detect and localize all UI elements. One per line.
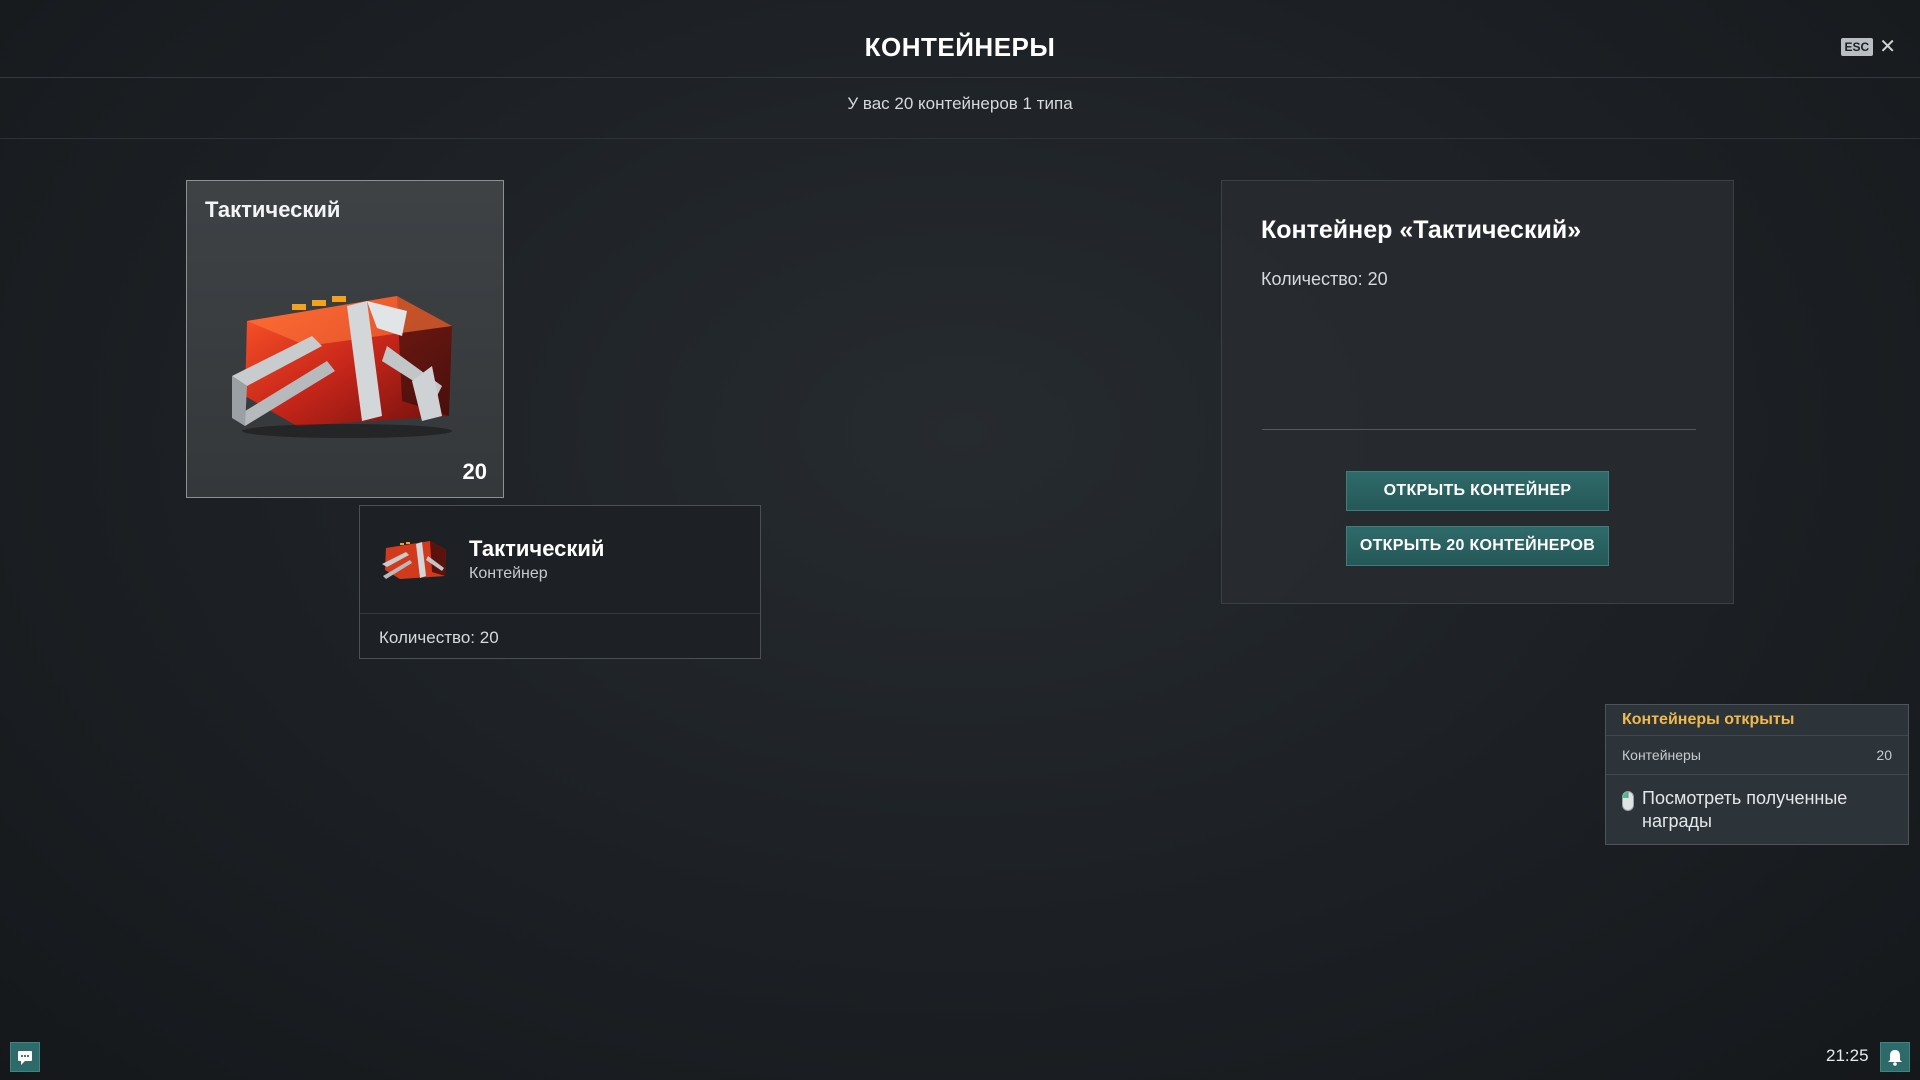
bell-icon — [1888, 1050, 1902, 1066]
page-title: КОНТЕЙНЕРЫ — [864, 32, 1056, 62]
tooltip-quantity-value: 20 — [479, 628, 499, 647]
notification-row: Контейнеры 20 — [1606, 735, 1908, 775]
details-quantity: Количество: 20 — [1261, 269, 1388, 289]
container-card-tactical[interactable]: Тактический 20 — [186, 180, 504, 498]
view-rewards-label: Посмотреть полученные награды — [1642, 788, 1848, 831]
containers-opened-notification[interactable]: Контейнеры открыты Контейнеры 20 Посмотр… — [1605, 704, 1909, 845]
container-details-panel: Контейнер «Тактический» Количество: 20 О… — [1221, 180, 1734, 604]
tooltip-header: Тактический Контейнер — [360, 506, 760, 614]
notifications-button[interactable] — [1880, 1042, 1910, 1072]
tactical-container-image — [232, 296, 452, 438]
notification-row-label: Контейнеры — [1622, 747, 1701, 763]
tooltip-type: Контейнер — [469, 565, 548, 582]
tooltip-name: Тактический — [469, 536, 605, 561]
tooltip-quantity-label: Количество: — [379, 628, 476, 647]
container-tooltip: Тактический Контейнер Количество: 20 — [359, 505, 761, 659]
details-title: Контейнер «Тактический» — [1261, 216, 1582, 244]
chat-icon — [18, 1051, 32, 1065]
mouse-icon — [1622, 791, 1634, 811]
view-rewards-link[interactable]: Посмотреть полученные награды — [1622, 787, 1882, 833]
container-card-count: 20 — [462, 459, 487, 484]
open-container-button[interactable]: ОТКРЫТЬ КОНТЕЙНЕР — [1346, 471, 1609, 511]
tactical-container-icon — [382, 541, 446, 579]
tooltip-quantity: Количество: 20 — [379, 628, 499, 648]
esc-key-badge: ESC — [1840, 38, 1874, 56]
clock: 21:25 — [1826, 1046, 1869, 1065]
notification-title: Контейнеры открыты — [1622, 711, 1795, 728]
chat-button[interactable] — [10, 1042, 40, 1072]
containers-summary: У вас 20 контейнеров 1 типа — [847, 94, 1073, 113]
notification-row-value: 20 — [1876, 747, 1892, 763]
close-icon: ✕ — [1879, 36, 1896, 58]
close-button[interactable]: ESC ✕ — [1840, 36, 1896, 58]
open-all-containers-button[interactable]: ОТКРЫТЬ 20 КОНТЕЙНЕРОВ — [1346, 526, 1609, 566]
container-card-name: Тактический — [205, 197, 341, 222]
details-divider — [1262, 429, 1696, 430]
